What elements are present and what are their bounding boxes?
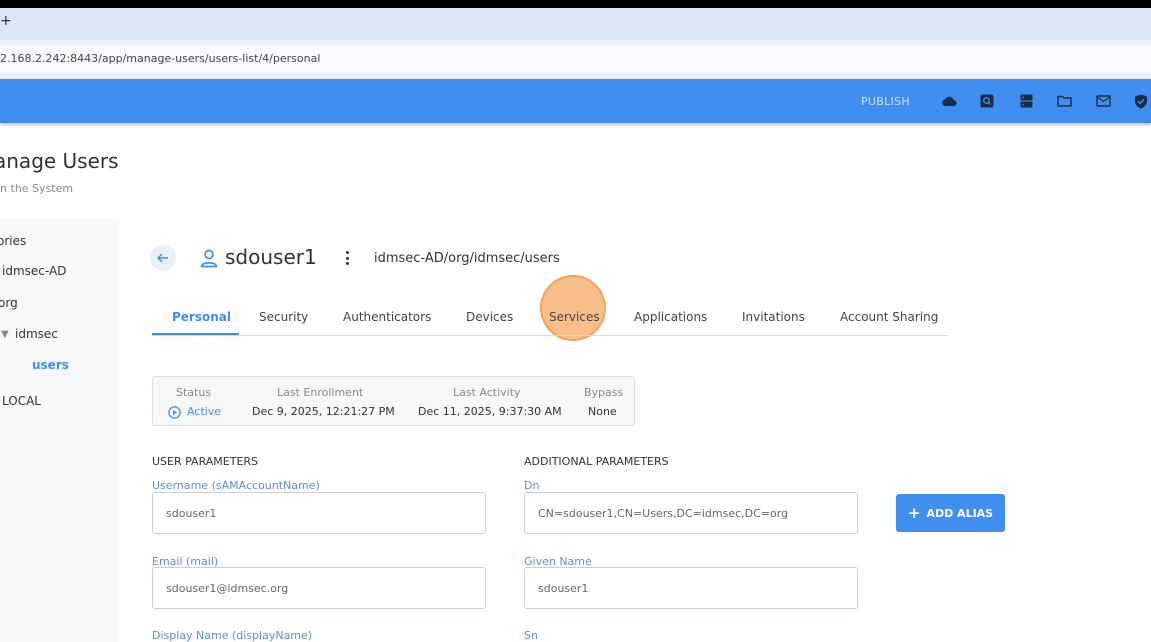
more-options-icon[interactable]	[343, 250, 351, 266]
expand-arrow-icon[interactable]: ▼	[1, 329, 9, 340]
dn-field[interactable]: CN=sdouser1,CN=Users,DC=idmsec,DC=org	[524, 492, 858, 534]
tab-personal[interactable]: Personal	[172, 310, 231, 324]
sn-label: Sn	[524, 629, 538, 642]
tree-item-local[interactable]: LOCAL	[2, 394, 41, 408]
email-field[interactable]: sdouser1@idmsec.org	[152, 567, 486, 609]
tab-authenticators[interactable]: Authenticators	[343, 310, 431, 324]
add-alias-button[interactable]: + ADD ALIAS	[896, 494, 1005, 532]
directory-tree-panel	[0, 219, 119, 642]
page-title: anage Users	[0, 149, 119, 173]
back-button[interactable]	[150, 245, 176, 271]
tree-item-users[interactable]: users	[32, 358, 69, 372]
search-box-icon[interactable]	[979, 93, 995, 109]
user-icon	[199, 248, 219, 268]
new-tab-button[interactable]: +	[0, 13, 12, 29]
bypass-header: Bypass	[584, 386, 624, 399]
status-header: Status	[176, 386, 212, 399]
tab-account-sharing[interactable]: Account Sharing	[840, 310, 938, 324]
click-highlight	[540, 275, 606, 341]
publish-button[interactable]: PUBLISH	[861, 95, 910, 108]
display-name-label: Display Name (displayName)	[152, 629, 313, 642]
last-activity-value: Dec 11, 2025, 9:37:30 AM	[418, 405, 562, 418]
tree-item-idmsec[interactable]: idmsec	[15, 327, 58, 341]
mail-icon[interactable]	[1095, 93, 1111, 109]
browser-top-edge	[0, 0, 1151, 8]
tree-item-org[interactable]: org	[0, 296, 18, 310]
page-subtitle: in the System	[0, 182, 74, 195]
address-bar-url[interactable]: 2.168.2.242:8443/app/manage-users/users-…	[0, 52, 320, 65]
tree-item-directories[interactable]: ories	[0, 234, 26, 248]
folder-icon[interactable]	[1056, 93, 1072, 109]
user-parameters-heading: USER PARAMETERS	[152, 455, 259, 468]
arrow-left-icon	[157, 253, 168, 263]
browser-tab-strip	[0, 8, 1151, 40]
tab-invitations[interactable]: Invitations	[742, 310, 805, 324]
additional-parameters-heading: ADDITIONAL PARAMETERS	[524, 455, 669, 468]
user-name-heading: sdouser1	[225, 245, 317, 269]
username-label: Username (sAMAccountName)	[152, 479, 320, 492]
tabs-divider	[152, 335, 948, 336]
plus-icon: +	[907, 504, 921, 522]
tab-applications[interactable]: Applications	[634, 310, 707, 324]
dn-label: Dn	[524, 479, 540, 492]
shield-check-icon[interactable]	[1133, 93, 1149, 109]
last-enrollment-value: Dec 9, 2025, 12:21:27 PM	[252, 405, 395, 418]
active-tab-indicator	[152, 333, 239, 335]
tab-services[interactable]: Services	[549, 310, 600, 324]
tab-devices[interactable]: Devices	[466, 310, 513, 324]
server-icon[interactable]	[1018, 93, 1034, 109]
add-alias-label: ADD ALIAS	[926, 506, 994, 520]
tab-security[interactable]: Security	[259, 310, 308, 324]
last-enrollment-header: Last Enrollment	[277, 386, 364, 399]
user-directory-path: idmsec-AD/org/idmsec/users	[374, 251, 560, 266]
status-value: Active	[187, 405, 222, 418]
play-circle-icon	[168, 404, 181, 423]
username-field[interactable]: sdouser1	[152, 492, 486, 534]
status-summary-box	[152, 376, 635, 426]
tree-item-idmsec-ad[interactable]: idmsec-AD	[2, 264, 66, 278]
bypass-value: None	[588, 405, 617, 418]
cloud-icon[interactable]	[941, 93, 957, 109]
given-name-field[interactable]: sdouser1	[524, 567, 858, 609]
last-activity-header: Last Activity	[453, 386, 521, 399]
